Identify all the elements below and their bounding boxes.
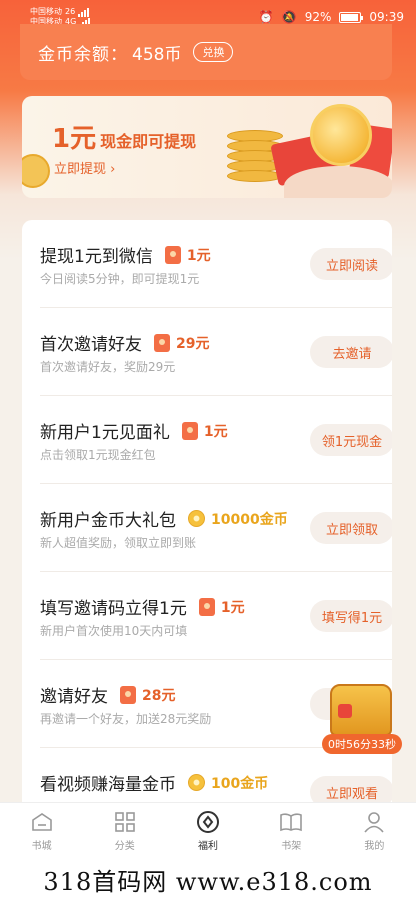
fill-code-button[interactable]: 填写得1元 bbox=[310, 600, 392, 632]
alarm-icon: ⏰ bbox=[258, 10, 274, 24]
tab-bookstore[interactable]: 书城 bbox=[0, 803, 83, 858]
task-row: 首次邀请好友 29元 首次邀请好友，奖励29元 去邀请 bbox=[40, 308, 392, 396]
claim-cash-button[interactable]: 领1元现金 bbox=[310, 424, 392, 456]
battery-percent: 92% bbox=[304, 10, 332, 24]
task-title: 邀请好友 bbox=[40, 687, 108, 707]
coin-balance-card: 金币余额： 458币 兑换 bbox=[20, 24, 392, 80]
category-icon bbox=[113, 810, 137, 834]
task-row: 提现1元到微信 1元 今日阅读5分钟，即可提现1元 立即阅读 bbox=[40, 220, 392, 308]
banner-title: 1元 现金即可提现 bbox=[52, 118, 196, 155]
chest-countdown: 0时56分33秒 bbox=[322, 734, 402, 754]
task-reward: 10000金币 bbox=[211, 511, 288, 528]
gold-coin-icon bbox=[188, 510, 205, 527]
red-packet-icon bbox=[164, 245, 181, 264]
read-now-button[interactable]: 立即阅读 bbox=[310, 248, 392, 280]
task-reward: 1元 bbox=[186, 247, 211, 264]
task-desc: 今日阅读5分钟，即可提现1元 bbox=[40, 272, 200, 286]
watermark: 318首码网 www.e318.com bbox=[0, 858, 416, 901]
welfare-icon bbox=[196, 810, 220, 834]
task-desc: 再邀请一个好友，加送28元奖励 bbox=[40, 712, 212, 726]
network-1: 26 bbox=[65, 7, 76, 16]
exchange-button[interactable]: 兑换 bbox=[193, 42, 234, 62]
claim-now-button[interactable]: 立即领取 bbox=[310, 512, 392, 544]
gold-coin-icon bbox=[188, 774, 205, 791]
heart-icon bbox=[338, 704, 352, 718]
task-reward: 1元 bbox=[203, 423, 228, 440]
coin-balance-label: 金币余额： bbox=[38, 44, 128, 65]
task-reward: 28元 bbox=[142, 687, 176, 704]
task-desc: 新用户首次使用10天内可填 bbox=[40, 624, 188, 638]
tab-label: 书城 bbox=[31, 840, 52, 852]
withdraw-banner[interactable]: 1元 现金即可提现 立即提现 › bbox=[22, 96, 392, 198]
task-desc: 点击领取1元现金红包 bbox=[40, 448, 156, 462]
tab-profile[interactable]: 我的 bbox=[333, 803, 416, 858]
task-reward: 1元 bbox=[220, 599, 245, 616]
tab-category[interactable]: 分类 bbox=[83, 803, 166, 858]
task-title: 提现1元到微信 bbox=[40, 247, 153, 267]
banner-amount: 1元 bbox=[52, 124, 97, 154]
task-reward: 100金币 bbox=[211, 775, 269, 792]
coin-balance-value: 458币 bbox=[132, 44, 182, 65]
mute-icon: 🔕 bbox=[281, 10, 297, 24]
invite-button[interactable]: 去邀请 bbox=[310, 336, 392, 368]
withdraw-now-link[interactable]: 立即提现 › bbox=[54, 158, 115, 177]
bookstore-icon bbox=[30, 810, 54, 834]
profile-icon bbox=[362, 810, 386, 834]
task-title: 首次邀请好友 bbox=[40, 335, 142, 355]
red-packet-icon bbox=[198, 597, 215, 616]
gold-coin-icon bbox=[310, 104, 372, 166]
banner-text: 现金即可提现 bbox=[100, 132, 197, 151]
coin-decoration-icon bbox=[22, 154, 50, 188]
task-title: 新用户金币大礼包 bbox=[40, 511, 176, 531]
watermark-text: 318首码网 www.e318.com bbox=[43, 868, 373, 896]
task-desc: 首次邀请好友，奖励29元 bbox=[40, 360, 176, 374]
task-title: 看视频赚海量金币 bbox=[40, 775, 176, 795]
clock: 09:39 bbox=[369, 10, 404, 24]
task-title: 填写邀请码立得1元 bbox=[40, 599, 187, 619]
tab-bookshelf[interactable]: 书架 bbox=[250, 803, 333, 858]
task-reward: 29元 bbox=[176, 335, 210, 352]
task-row: 新用户1元见面礼 1元 点击领取1元现金红包 领1元现金 bbox=[40, 396, 392, 484]
task-desc: 新人超值奖励，领取立即到账 bbox=[40, 536, 197, 550]
carrier-1: 中国移动 bbox=[30, 7, 62, 16]
signal-icon bbox=[78, 7, 90, 17]
tab-label: 分类 bbox=[114, 840, 135, 852]
treasure-chest-widget[interactable]: 0时56分33秒 bbox=[322, 680, 402, 754]
battery-icon bbox=[339, 11, 364, 23]
red-packet-icon bbox=[181, 421, 198, 440]
red-packet-icon bbox=[120, 685, 136, 704]
tab-label: 福利 bbox=[198, 840, 218, 852]
task-row: 新用户金币大礼包 10000金币 新人超值奖励，领取立即到账 立即领取 bbox=[40, 484, 392, 572]
bookshelf-icon bbox=[279, 810, 303, 834]
tab-label: 书架 bbox=[281, 840, 302, 852]
task-title: 新用户1元见面礼 bbox=[40, 423, 170, 443]
tab-label: 我的 bbox=[364, 840, 385, 852]
bottom-tab-bar: 书城 分类 福利 书架 我的 bbox=[0, 802, 416, 858]
task-row: 填写邀请码立得1元 1元 新用户首次使用10天内可填 填写得1元 bbox=[40, 572, 392, 660]
gift-box-icon bbox=[284, 166, 392, 198]
tab-welfare[interactable]: 福利 bbox=[166, 803, 249, 858]
red-packet-icon bbox=[154, 333, 170, 352]
